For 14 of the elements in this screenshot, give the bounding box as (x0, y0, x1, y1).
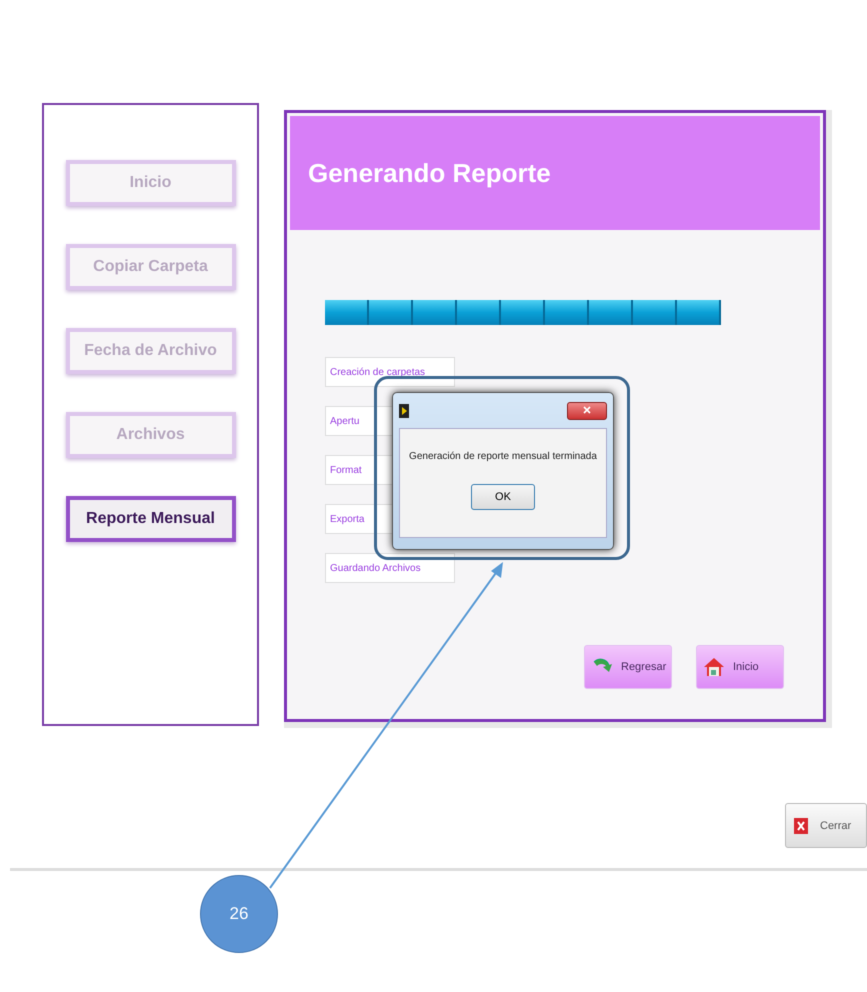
house-icon (703, 656, 725, 678)
close-button[interactable]: Cerrar (785, 803, 867, 848)
step-label: Creación de carpetas (325, 357, 455, 387)
ok-button[interactable]: OK (471, 484, 535, 510)
home-button[interactable]: Inicio (696, 645, 784, 689)
close-icon (583, 406, 591, 414)
nav-button[interactable]: Reporte Mensual (66, 496, 236, 542)
close-icon (794, 818, 808, 834)
panel-title: Generando Reporte (308, 158, 551, 188)
step-number-badge: 26 (200, 875, 278, 953)
back-button[interactable]: Regresar (584, 645, 672, 689)
step-label: Guardando Archivos (325, 553, 455, 583)
close-button[interactable] (567, 402, 607, 420)
app-icon (399, 404, 409, 418)
